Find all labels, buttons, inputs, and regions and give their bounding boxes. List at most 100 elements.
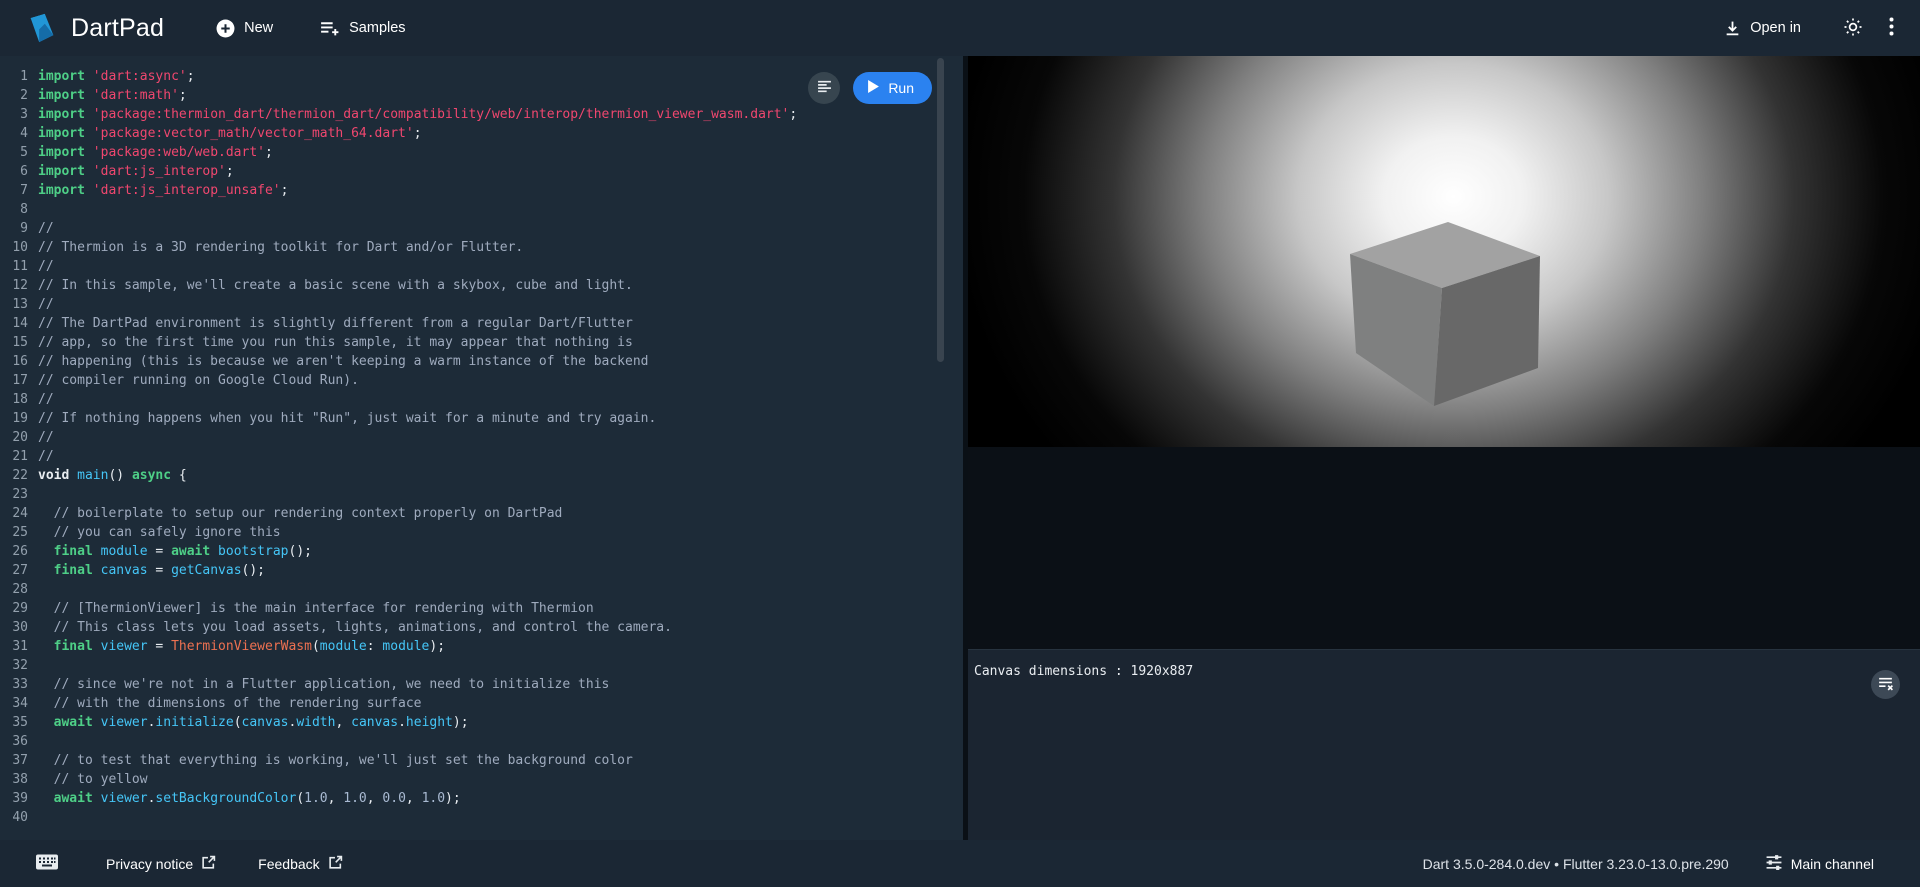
- code-editor[interactable]: 1import 'dart:async';2import 'dart:math'…: [0, 56, 963, 827]
- code-line[interactable]: 20//: [0, 428, 963, 447]
- code-line[interactable]: 14// The DartPad environment is slightly…: [0, 314, 963, 333]
- tune-icon: [1765, 854, 1783, 874]
- code-line[interactable]: 38 // to yellow: [0, 770, 963, 789]
- run-button[interactable]: Run: [853, 72, 932, 104]
- line-number: 24: [0, 504, 38, 523]
- feedback-link[interactable]: Feedback: [256, 849, 344, 879]
- code-line[interactable]: 36: [0, 732, 963, 751]
- line-number: 2: [0, 86, 38, 105]
- code-line[interactable]: 35 await viewer.initialize(canvas.width,…: [0, 713, 963, 732]
- editor-scrollbar-thumb[interactable]: [937, 58, 944, 362]
- play-icon: [868, 80, 879, 96]
- code-text: // you can safely ignore this: [38, 523, 281, 542]
- code-line[interactable]: 15// app, so the first time you run this…: [0, 333, 963, 352]
- code-line[interactable]: 25 // you can safely ignore this: [0, 523, 963, 542]
- code-line[interactable]: 18//: [0, 390, 963, 409]
- format-button[interactable]: [808, 72, 840, 104]
- code-text: import 'package:thermion_dart/thermion_d…: [38, 105, 797, 124]
- code-line[interactable]: 28: [0, 580, 963, 599]
- code-line[interactable]: 32: [0, 656, 963, 675]
- code-line[interactable]: 26 final module = await bootstrap();: [0, 542, 963, 561]
- line-number: 10: [0, 238, 38, 257]
- line-number: 4: [0, 124, 38, 143]
- code-text: // app, so the first time you run this s…: [38, 333, 633, 352]
- line-number: 38: [0, 770, 38, 789]
- code-line[interactable]: 16// happening (this is because we aren'…: [0, 352, 963, 371]
- code-line[interactable]: 8: [0, 200, 963, 219]
- line-number: 33: [0, 675, 38, 694]
- code-line[interactable]: 37 // to test that everything is working…: [0, 751, 963, 770]
- output-panel: Canvas dimensions : 1920x887: [968, 56, 1920, 840]
- code-line[interactable]: 10// Thermion is a 3D rendering toolkit …: [0, 238, 963, 257]
- line-number: 17: [0, 371, 38, 390]
- code-text: // with the dimensions of the rendering …: [38, 694, 422, 713]
- open-in-button[interactable]: Open in: [1714, 12, 1811, 45]
- add-circle-icon: [216, 19, 235, 38]
- code-line[interactable]: 13//: [0, 295, 963, 314]
- status-bar-right: Dart 3.5.0-284.0.dev • Flutter 3.23.0-13…: [1423, 848, 1876, 880]
- code-text: import 'dart:js_interop';: [38, 162, 234, 181]
- code-line[interactable]: 40: [0, 808, 963, 827]
- keyboard-shortcuts-button[interactable]: [30, 847, 64, 880]
- new-button[interactable]: New: [206, 11, 283, 46]
- line-number: 27: [0, 561, 38, 580]
- line-number: 28: [0, 580, 38, 599]
- code-line[interactable]: 24 // boilerplate to setup our rendering…: [0, 504, 963, 523]
- rendered-cube: [1346, 222, 1542, 415]
- clear-console-button[interactable]: [1871, 670, 1900, 699]
- code-line[interactable]: 17// compiler running on Google Cloud Ru…: [0, 371, 963, 390]
- app-title: DartPad: [71, 14, 164, 43]
- code-line[interactable]: 7import 'dart:js_interop_unsafe';: [0, 181, 963, 200]
- render-canvas[interactable]: [968, 56, 1920, 447]
- code-line[interactable]: 30 // This class lets you load assets, l…: [0, 618, 963, 637]
- top-bar-actions: Open in: [1714, 9, 1902, 48]
- overflow-menu-button[interactable]: [1881, 9, 1902, 47]
- code-line[interactable]: 22void main() async {: [0, 466, 963, 485]
- code-line[interactable]: 27 final canvas = getCanvas();: [0, 561, 963, 580]
- code-line[interactable]: 31 final viewer = ThermionViewerWasm(mod…: [0, 637, 963, 656]
- code-line[interactable]: 6import 'dart:js_interop';: [0, 162, 963, 181]
- code-line[interactable]: 9//: [0, 219, 963, 238]
- code-line[interactable]: 11//: [0, 257, 963, 276]
- line-number: 39: [0, 789, 38, 808]
- code-line[interactable]: 29 // [ThermionViewer] is the main inter…: [0, 599, 963, 618]
- code-line[interactable]: 5import 'package:web/web.dart';: [0, 143, 963, 162]
- code-line[interactable]: 19// If nothing happens when you hit "Ru…: [0, 409, 963, 428]
- code-text: //: [38, 447, 54, 466]
- code-line[interactable]: 34 // with the dimensions of the renderi…: [0, 694, 963, 713]
- code-line[interactable]: 23: [0, 485, 963, 504]
- download-icon: [1724, 20, 1741, 37]
- line-number: 1: [0, 67, 38, 86]
- channel-selector-button[interactable]: Main channel: [1763, 848, 1876, 880]
- privacy-notice-link[interactable]: Privacy notice: [104, 849, 218, 879]
- kebab-menu-icon: [1889, 17, 1894, 39]
- line-number: 5: [0, 143, 38, 162]
- code-line[interactable]: 21//: [0, 447, 963, 466]
- code-line[interactable]: 12// In this sample, we'll create a basi…: [0, 276, 963, 295]
- code-line[interactable]: 33 // since we're not in a Flutter appli…: [0, 675, 963, 694]
- code-text: // Thermion is a 3D rendering toolkit fo…: [38, 238, 523, 257]
- code-text: await viewer.initialize(canvas.width, ca…: [38, 713, 469, 732]
- code-line[interactable]: 39 await viewer.setBackgroundColor(1.0, …: [0, 789, 963, 808]
- line-number: 32: [0, 656, 38, 675]
- console-panel: Canvas dimensions : 1920x887: [968, 649, 1920, 840]
- line-number: 8: [0, 200, 38, 219]
- line-number: 3: [0, 105, 38, 124]
- theme-brightness-button[interactable]: [1835, 9, 1871, 48]
- code-editor-panel: 1import 'dart:async';2import 'dart:math'…: [0, 56, 963, 840]
- code-text: // If nothing happens when you hit "Run"…: [38, 409, 656, 428]
- privacy-notice-label: Privacy notice: [106, 856, 193, 872]
- code-line[interactable]: 3import 'package:thermion_dart/thermion_…: [0, 105, 963, 124]
- line-number: 14: [0, 314, 38, 333]
- code-text: import 'dart:async';: [38, 67, 195, 86]
- line-number: 31: [0, 637, 38, 656]
- code-text: // boilerplate to setup our rendering co…: [38, 504, 562, 523]
- format-icon: [817, 80, 832, 96]
- line-number: 12: [0, 276, 38, 295]
- code-text: //: [38, 428, 54, 447]
- samples-button[interactable]: Samples: [309, 12, 415, 45]
- code-text: // since we're not in a Flutter applicat…: [38, 675, 609, 694]
- playlist-add-icon: [319, 20, 340, 37]
- status-bar: Privacy notice Feedback Dart 3.5.0-284.0…: [0, 840, 1920, 887]
- code-line[interactable]: 4import 'package:vector_math/vector_math…: [0, 124, 963, 143]
